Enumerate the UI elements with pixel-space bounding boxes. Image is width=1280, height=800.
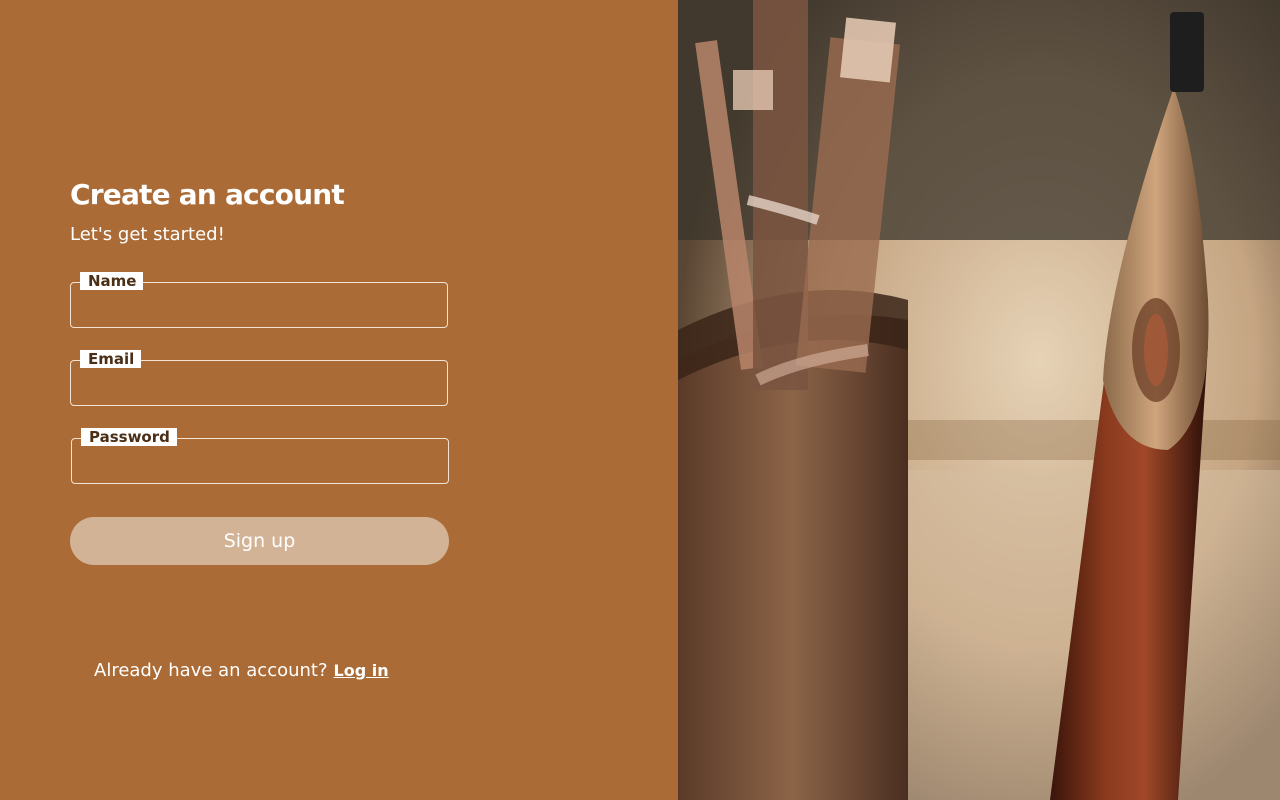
password-field: Password [71, 428, 449, 484]
signup-panel: Create an account Let's get started! Nam… [0, 0, 678, 800]
page-subtitle: Let's get started! [70, 224, 225, 245]
pen-photo [678, 0, 1280, 800]
hero-image [678, 0, 1280, 800]
name-label: Name [80, 272, 144, 290]
log-in-link[interactable]: Log in [334, 661, 389, 680]
signup-page: Create an account Let's get started! Nam… [0, 0, 1280, 800]
name-field: Name [70, 272, 448, 328]
password-label: Password [81, 428, 177, 446]
sign-up-button[interactable]: Sign up [70, 517, 449, 565]
login-prompt: Already have an account? Log in [94, 660, 389, 684]
email-field: Email [70, 350, 448, 406]
login-prompt-text: Already have an account? [94, 660, 328, 681]
page-title: Create an account [70, 178, 345, 211]
email-label: Email [80, 350, 142, 368]
